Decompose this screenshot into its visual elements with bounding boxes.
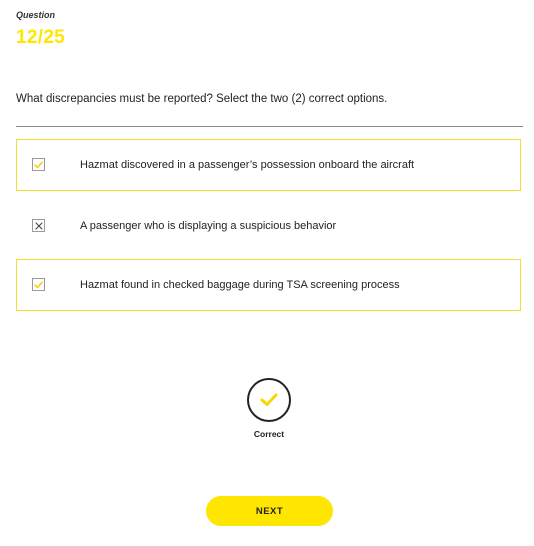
option-checkbox[interactable] [32,219,45,232]
question-label: Question [16,10,56,20]
question-prompt: What discrepancies must be reported? Sel… [16,93,388,105]
check-icon [260,393,278,406]
option-label: A passenger who is displaying a suspicio… [80,220,337,232]
answer-option-2[interactable]: A passenger who is displaying a suspicio… [16,201,521,251]
option-checkbox[interactable] [32,278,45,291]
option-label: Hazmat discovered in a passenger’s posse… [80,159,415,171]
option-checkbox[interactable] [32,158,45,171]
divider [16,126,523,127]
check-icon [34,161,43,168]
answer-option-3[interactable]: Hazmat found in checked baggage during T… [16,259,521,311]
option-label: Hazmat found in checked baggage during T… [80,279,400,291]
x-icon [34,221,43,230]
question-counter: 12/25 [16,27,66,48]
next-button[interactable]: NEXT [206,496,333,526]
result-label: Correct [253,429,285,439]
result-indicator [247,378,291,422]
answer-option-1[interactable]: Hazmat discovered in a passenger’s posse… [16,139,521,191]
check-icon [34,281,43,288]
